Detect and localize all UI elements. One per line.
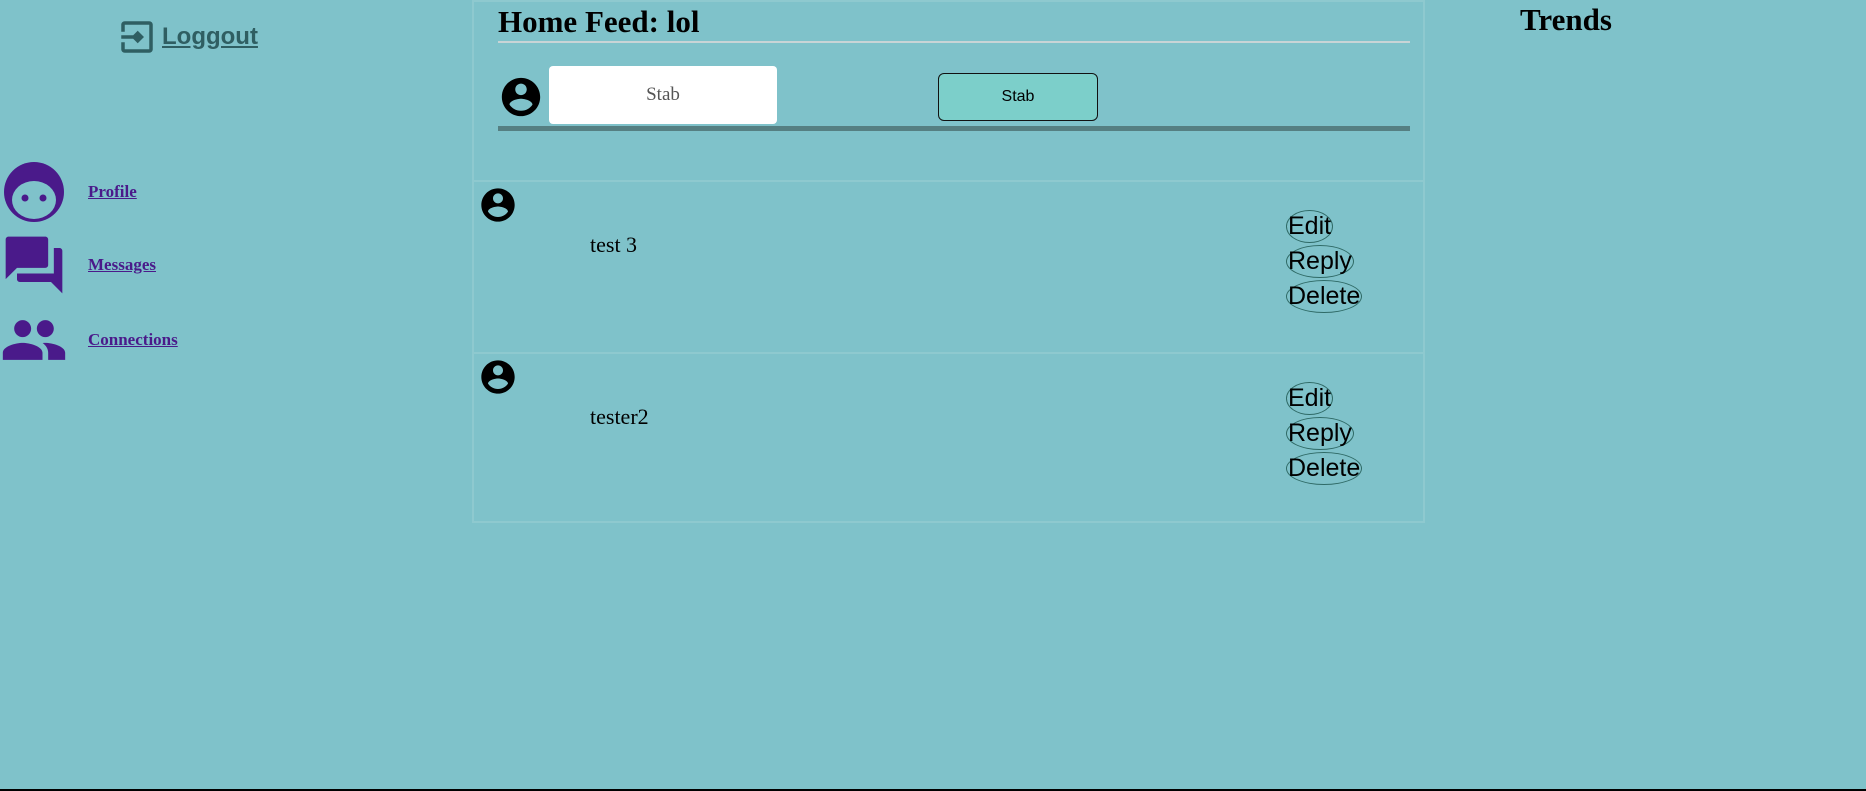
reply-button[interactable]: Reply: [1286, 417, 1354, 450]
stab-button[interactable]: Stab: [938, 73, 1098, 121]
delete-button[interactable]: Delete: [1286, 452, 1363, 485]
post-text: test 3: [590, 232, 638, 257]
composer-divider: [498, 126, 1410, 131]
delete-button[interactable]: Delete: [1286, 280, 1363, 313]
stab-input[interactable]: [549, 66, 777, 124]
sidebar-item-label: Connections: [88, 330, 178, 349]
forum-icon: [0, 231, 68, 299]
post-actions: Edit Reply Delete: [1286, 210, 1363, 313]
logout-link[interactable]: Loggout: [116, 16, 258, 58]
face-icon: [0, 158, 68, 226]
sidebar-item-profile[interactable]: Profile: [0, 158, 137, 226]
edit-button[interactable]: Edit: [1286, 382, 1334, 415]
title-divider: [498, 41, 1410, 43]
sidebar-item-label: Messages: [88, 255, 156, 274]
trends-title: Trends: [1520, 2, 1612, 37]
post-actions: Edit Reply Delete: [1286, 382, 1363, 485]
feed-post: test 3 Edit Reply Delete: [474, 180, 1423, 350]
sidebar-item-label: Profile: [88, 182, 137, 201]
edit-button[interactable]: Edit: [1286, 210, 1334, 243]
logout-label: Loggout: [162, 23, 258, 50]
sidebar-item-messages[interactable]: Messages: [0, 231, 156, 299]
sidebar-item-connections[interactable]: Connections: [0, 306, 178, 374]
feed-post: tester2 Edit Reply Delete: [474, 352, 1423, 522]
page-title: Home Feed: lol: [498, 4, 700, 39]
people-icon: [0, 306, 68, 374]
post-text: tester2: [590, 404, 649, 429]
home-feed: Home Feed: lol Stab test 3 Edit Reply De…: [472, 0, 1425, 523]
account-circle-icon: [501, 77, 541, 117]
account-circle-icon: [481, 360, 515, 394]
account-circle-icon: [481, 188, 515, 222]
reply-button[interactable]: Reply: [1286, 245, 1354, 278]
logout-icon: [121, 21, 153, 53]
